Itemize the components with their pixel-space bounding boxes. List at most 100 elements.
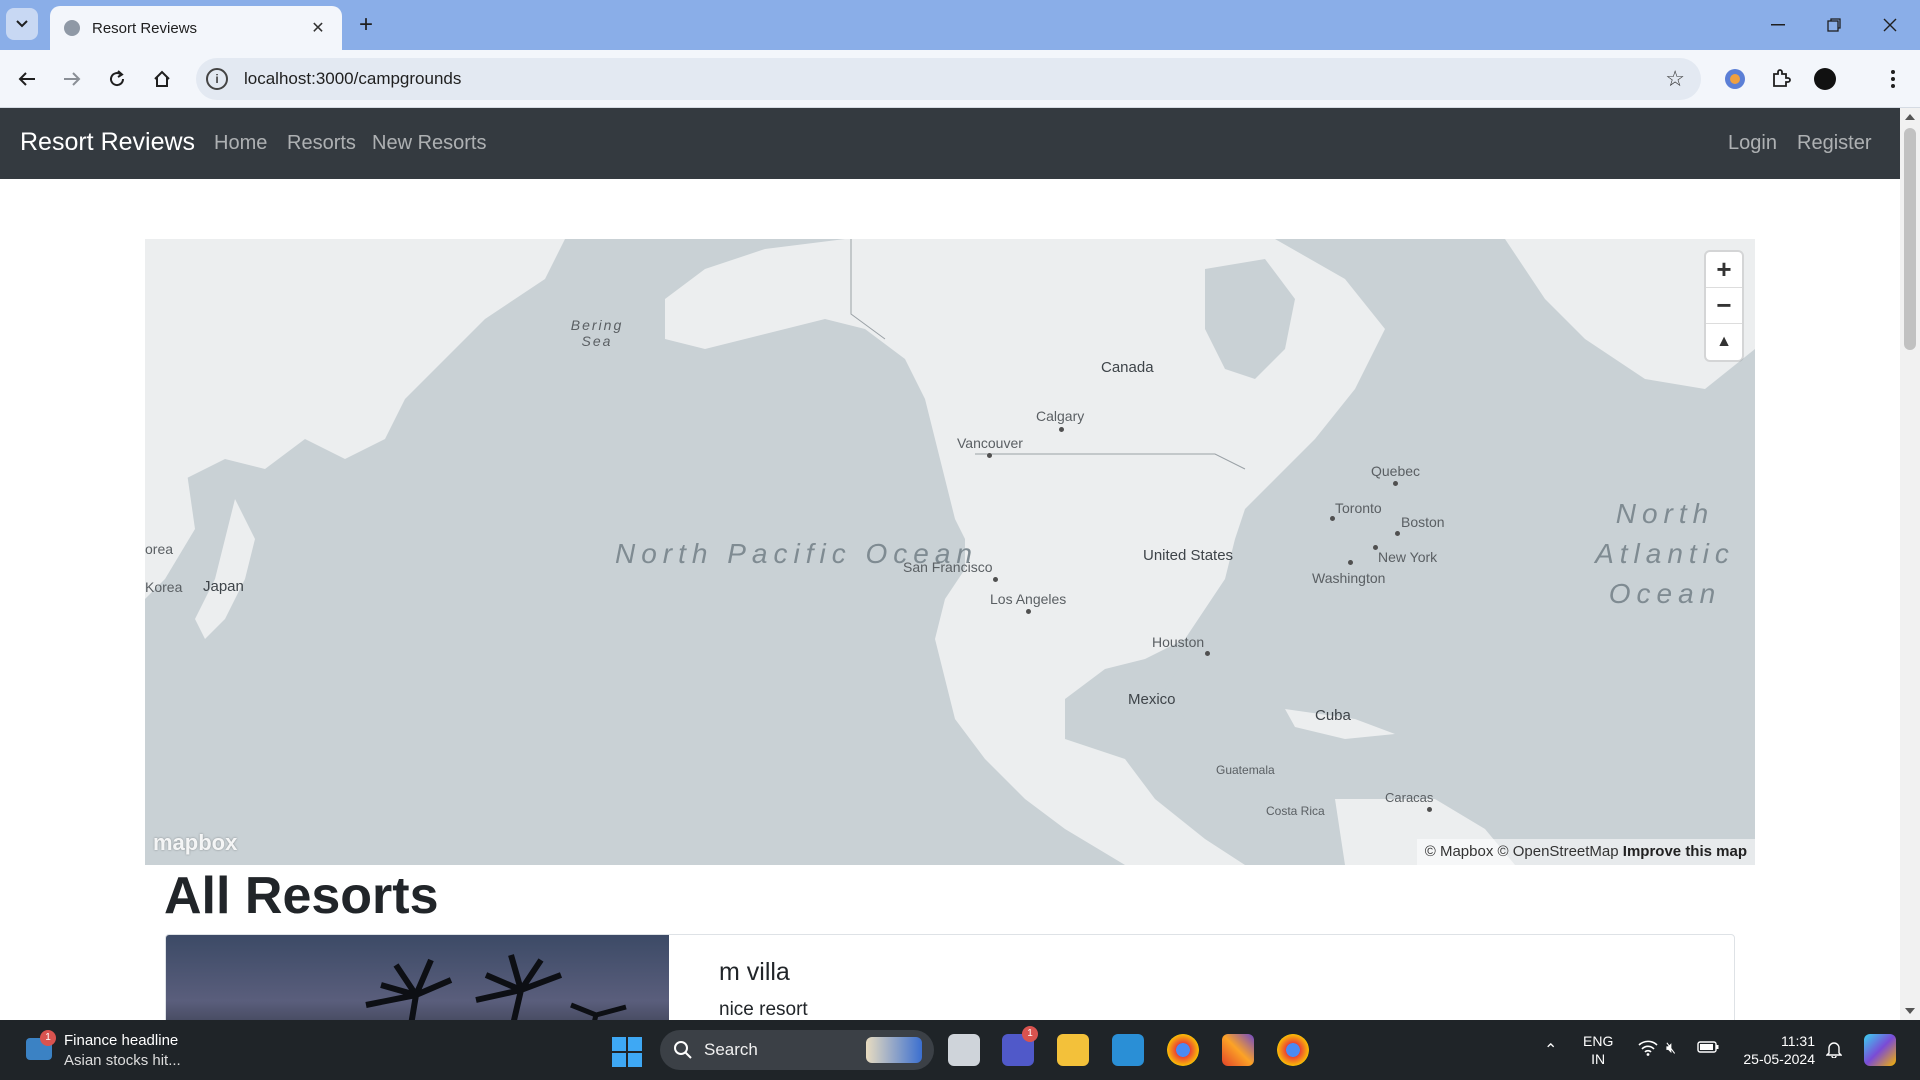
palm-tree-image: [365, 954, 627, 1020]
map-navigation-control: + − ▲: [1706, 252, 1742, 360]
map-label-san-francisco: San Francisco: [903, 559, 993, 575]
back-button[interactable]: [12, 64, 42, 94]
map-attribution: © Mapbox © OpenStreetMap Improve this ma…: [1416, 839, 1755, 865]
city-dot: [1395, 531, 1400, 536]
restore-icon: [1827, 18, 1841, 32]
bookmark-star-icon[interactable]: ☆: [1665, 66, 1685, 92]
restore-button[interactable]: [1810, 10, 1858, 40]
windows-logo-pane: [628, 1053, 642, 1067]
arrow-left-icon: [18, 72, 35, 86]
scroll-up-arrow[interactable]: [1905, 114, 1915, 120]
notification-bell-icon[interactable]: [1825, 1040, 1843, 1063]
clock-time: 11:31: [1781, 1033, 1815, 1049]
chrome-active-icon[interactable]: [1277, 1034, 1309, 1066]
attribution-text[interactable]: © Mapbox © OpenStreetMap: [1425, 843, 1619, 860]
improve-map-link[interactable]: Improve this map: [1623, 843, 1747, 860]
city-dot: [1205, 651, 1210, 656]
news-headline[interactable]: Finance headline: [64, 1032, 178, 1049]
mapbox-logo[interactable]: mapbox: [153, 830, 237, 856]
navbar-brand[interactable]: Resort Reviews: [20, 128, 195, 157]
site-info-icon[interactable]: i: [206, 68, 228, 90]
extensions-menu-button[interactable]: [1766, 64, 1796, 94]
windows-logo-pane: [628, 1037, 642, 1051]
city-dot: [1348, 560, 1353, 565]
search-highlight-image: [866, 1037, 922, 1063]
map-label-caracas: Caracas: [1385, 790, 1434, 805]
city-dot: [1373, 545, 1378, 550]
close-window-button[interactable]: [1866, 10, 1914, 40]
language-line-1: ENG: [1583, 1033, 1614, 1049]
news-subtitle[interactable]: Asian stocks hit...: [64, 1052, 181, 1069]
close-icon: [1883, 18, 1897, 32]
extension-button[interactable]: [1720, 64, 1750, 94]
chrome-icon[interactable]: [1167, 1034, 1199, 1066]
tab-search-button[interactable]: [6, 8, 38, 40]
nav-link-resorts[interactable]: Resorts: [287, 132, 356, 155]
map-label-united-states: United States: [1143, 547, 1234, 564]
city-dot: [987, 453, 992, 458]
clock-date: 25-05-2024: [1743, 1051, 1815, 1067]
page-viewport: Resort Reviews Home Resorts New Resorts …: [0, 108, 1900, 1020]
language-indicator[interactable]: ENG IN: [1583, 1032, 1613, 1068]
wifi-icon[interactable]: [1638, 1040, 1658, 1061]
nav-link-home[interactable]: Home: [214, 132, 267, 155]
remote-desktop-icon[interactable]: [1112, 1034, 1144, 1066]
arrow-right-icon: [64, 72, 81, 86]
city-dot: [993, 577, 998, 582]
scroll-down-arrow[interactable]: [1905, 1008, 1915, 1014]
profile-avatar[interactable]: [1810, 64, 1840, 94]
windows-start-button[interactable]: [612, 1037, 642, 1067]
nav-link-new-resorts[interactable]: New Resorts: [372, 132, 486, 155]
news-badge: 1: [40, 1030, 56, 1046]
map-label-toronto: Toronto: [1335, 500, 1382, 516]
map-label-washington: Washington: [1312, 570, 1386, 586]
copilot-icon[interactable]: [1864, 1034, 1896, 1066]
map-label-los-angeles: Los Angeles: [990, 591, 1067, 607]
nav-link-login[interactable]: Login: [1728, 132, 1777, 155]
avatar-icon: [1814, 68, 1836, 90]
map-label-mexico: Mexico: [1128, 691, 1176, 708]
new-tab-button[interactable]: +: [352, 12, 380, 40]
map-label-calgary: Calgary: [1036, 408, 1085, 424]
windows-logo-pane: [612, 1053, 626, 1067]
reload-icon: [110, 70, 125, 87]
browser-tabbar: Resort Reviews ✕ +: [0, 0, 1920, 50]
resort-card[interactable]: m villa nice resort: [165, 934, 1735, 1020]
clock[interactable]: 11:31 25-05-2024: [1735, 1032, 1815, 1068]
git-icon[interactable]: [1222, 1034, 1254, 1066]
resort-card-description: nice resort: [719, 999, 808, 1020]
map-label-boston: Boston: [1401, 514, 1445, 530]
taskbar-search[interactable]: Search: [660, 1030, 934, 1070]
city-dot: [1330, 516, 1335, 521]
bell-icon-shape: [1825, 1042, 1843, 1059]
chevron-up-icon[interactable]: ⌃: [1544, 1040, 1557, 1060]
map-label-quebec: Quebec: [1371, 463, 1421, 479]
teams-badge: 1: [1022, 1026, 1038, 1042]
map-label-north-atlantic: North Atlantic Ocean: [1595, 498, 1735, 609]
zoom-out-button[interactable]: −: [1706, 288, 1742, 324]
reload-button[interactable]: [102, 64, 132, 94]
city-dot: [1059, 427, 1064, 432]
page-scrollbar[interactable]: [1900, 108, 1920, 1020]
volume-muted-icon[interactable]: 🔇︎: [1666, 1040, 1676, 1058]
minimize-button[interactable]: [1754, 10, 1802, 40]
scroll-thumb[interactable]: [1904, 128, 1916, 350]
map-label-korea: Korea: [145, 579, 183, 595]
resort-map[interactable]: North Pacific Ocean North Atlantic Ocean…: [145, 239, 1755, 865]
url-text[interactable]: localhost:3000/campgrounds: [244, 69, 1665, 89]
home-button[interactable]: [147, 64, 177, 94]
address-bar[interactable]: i localhost:3000/campgrounds ☆: [196, 58, 1701, 100]
browser-tab[interactable]: Resort Reviews ✕: [50, 6, 342, 50]
nav-link-register[interactable]: Register: [1797, 132, 1871, 155]
compass-button[interactable]: ▲: [1706, 324, 1742, 360]
battery-icon[interactable]: [1697, 1040, 1719, 1058]
forward-button[interactable]: [57, 64, 87, 94]
close-icon[interactable]: ✕: [308, 18, 328, 38]
taskbar-search-placeholder: Search: [704, 1040, 758, 1059]
tab-title: Resort Reviews: [92, 19, 198, 37]
file-explorer-icon[interactable]: [1057, 1034, 1089, 1066]
browser-menu-button[interactable]: [1878, 64, 1908, 94]
zoom-in-button[interactable]: +: [1706, 252, 1742, 288]
resort-card-image[interactable]: [166, 935, 669, 1020]
task-view-icon[interactable]: [948, 1034, 980, 1066]
